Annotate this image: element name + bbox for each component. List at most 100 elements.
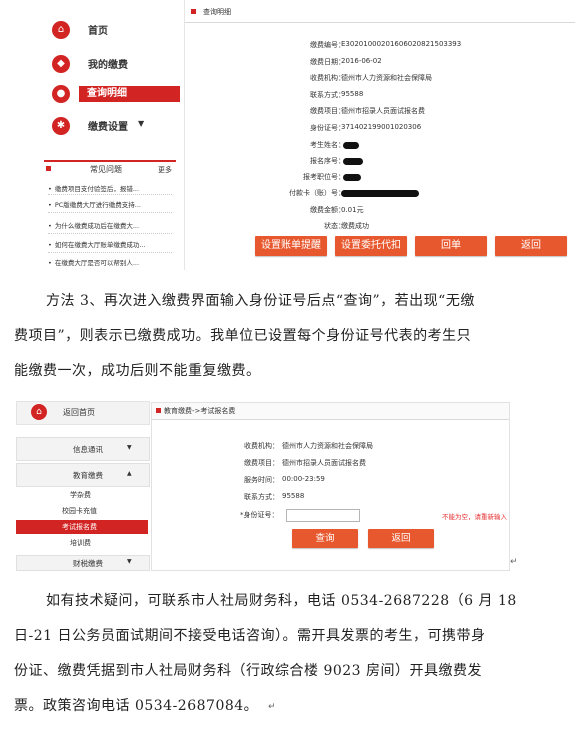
row-key: 报考职位号： (303, 173, 345, 181)
faq-title: 常见问题 (90, 165, 122, 174)
row-value: 95588 (282, 492, 305, 500)
row-value: 德州市人力资源和社会保障局 (282, 442, 373, 450)
detail-panel: 查询明细 缴费编号： E30201000201606020821503393 缴… (184, 0, 575, 270)
back-button[interactable]: 返回 (368, 529, 434, 548)
breadcrumb: 教育缴费->考试报名费 (152, 403, 509, 420)
id-label: *身份证号： (240, 511, 279, 519)
faq-item[interactable]: 缴费项目支付验签后，报错... (48, 183, 174, 193)
row-value: 缴费成功 (341, 222, 369, 230)
row-key: 考生姓名： (310, 141, 345, 149)
detail-row: 缴费编号： (185, 40, 345, 52)
menu-education-fee[interactable]: 教育缴费 ▲ (16, 463, 150, 487)
faq-item[interactable]: PC版缴费大厅进行缴费支持... (48, 199, 174, 209)
screenshot-exam-fee-query: ⌂ 返回首页 信息通讯 ▼ 教育缴费 ▲ 学杂费 校园卡充值 考试报名费 培训费… (8, 395, 510, 571)
faq-item[interactable]: 在缴费大厅是否可以帮别人... (48, 257, 174, 267)
row-key: 缴费金额： (310, 206, 345, 214)
paragraph-2-line-4: 票。政策咨询电话 0534-2687084。 (14, 698, 259, 714)
faq-divider (48, 194, 172, 195)
row-key: 收费机构： (244, 442, 279, 450)
payment-icon: ◆ (52, 55, 70, 73)
paragraph-mark-icon: ↵ (268, 702, 276, 712)
row-key: 联系方式： (310, 91, 345, 99)
paragraph-2-line-2: 日-21 日公务员面试期间不接受电话咨询）。需开具发票的考生，可携带身 (14, 628, 486, 644)
row-key: 付款卡（账）号： (289, 189, 345, 197)
row-key: 报名序号： (310, 157, 345, 165)
row-value: 0.01元 (341, 206, 364, 214)
back-button[interactable]: 返回 (495, 236, 567, 256)
row-key: 服务时间： (244, 476, 279, 484)
menu-tax-fee[interactable]: 财税缴费 ▼ (16, 555, 150, 571)
breadcrumb-marker (156, 408, 161, 413)
redacted-card-number (341, 190, 419, 197)
nav-home-label: 首页 (88, 26, 108, 37)
query-button[interactable]: 查询 (292, 529, 358, 548)
paragraph-2-line-3: 份证、缴费凭据到市人社局财务科（行政综合楼 9023 房间）开具缴费发 (14, 663, 483, 679)
menu-label: 财税缴费 (73, 559, 103, 568)
row-value: 德州市招录人员面试报名费 (341, 107, 425, 115)
screenshot-payment-detail: ⌂ 首页 ◆ 我的缴费 ● 查询明细 ✱ 缴费设置 ▼ 常见问题 更多 缴费项目… (44, 0, 575, 270)
set-bill-reminder-button[interactable]: 设置账单提醒 (255, 236, 327, 256)
faq-item[interactable]: 为什么缴费成功后在缴费大... (48, 220, 174, 230)
submenu-training-fee[interactable]: 培训费 (16, 536, 148, 550)
menu-label: 教育缴费 (73, 471, 103, 480)
nav-home[interactable]: ⌂ 首页 (44, 16, 176, 46)
menu-label: 信息通讯 (73, 445, 103, 454)
row-value: E30201000201606020821503393 (341, 40, 462, 48)
faq-marker (46, 166, 51, 171)
row-key: 身份证号： (310, 124, 345, 132)
paragraph-2-line-1: 如有技术疑问，可联系市人社局财务科，电话 0534-2687228（6 月 18 (46, 593, 517, 609)
submenu-campus-card[interactable]: 校园卡充值 (16, 504, 148, 518)
menu-info-comm[interactable]: 信息通讯 ▼ (16, 437, 150, 461)
id-number-input[interactable] (286, 509, 360, 522)
chevron-down-icon: ▼ (127, 444, 132, 451)
row-value: 00:00-23:59 (282, 475, 325, 483)
nav-query-detail[interactable]: ● 查询明细 (44, 80, 180, 110)
paragraph-1-line-3: 能缴费一次，成功后则不能重复缴费。 (14, 363, 261, 379)
back-home-label: 返回首页 (63, 408, 95, 417)
home-icon: ⌂ (31, 404, 47, 420)
row-key: 缴费编号： (310, 41, 345, 49)
paragraph-mark-icon: ↵ (510, 557, 518, 567)
nav-payment-settings[interactable]: ✱ 缴费设置 ▼ (44, 112, 176, 142)
row-key: 缴费项目： (310, 107, 345, 115)
redacted-position (343, 174, 361, 181)
error-message: 不能为空，请重新输入 (442, 513, 507, 521)
faq-divider (48, 252, 172, 253)
nav-query-detail-label: 查询明细 (79, 86, 180, 102)
row-value: 371402199001020306 (341, 123, 422, 131)
detail-marker (191, 9, 196, 14)
row-value: 95588 (341, 90, 364, 98)
row-value: 德州市招录人员面试报名费 (282, 459, 366, 467)
receipt-button[interactable]: 回单 (415, 236, 487, 256)
row-value: 2016-06-02 (341, 57, 382, 65)
nav-my-payment-label: 我的缴费 (88, 60, 128, 71)
nav-my-payment[interactable]: ◆ 我的缴费 (44, 50, 176, 80)
back-home-button[interactable]: ⌂ 返回首页 (16, 401, 150, 425)
row-key: 缴费日期： (310, 58, 345, 66)
set-auto-debit-button[interactable]: 设置委托代扣 (335, 236, 407, 256)
faq-header: 常见问题 更多 (44, 160, 176, 176)
redacted-name (343, 142, 359, 149)
paragraph-1-line-2: 费项目”，则表示已缴费成功。我单位已设置每个身份证号代表的考生只 (14, 328, 472, 344)
submenu-tuition[interactable]: 学杂费 (16, 488, 148, 502)
row-key: 收费机构： (310, 74, 345, 82)
row-key: 缴费项目： (244, 459, 279, 467)
submenu-exam-fee[interactable]: 考试报名费 (16, 520, 148, 534)
detail-header: 查询明细 (185, 6, 575, 23)
faq-item[interactable]: 如何在缴费大厅账单缴费成功... (48, 239, 174, 249)
sidebar: ⌂ 返回首页 信息通讯 ▼ 教育缴费 ▲ 学杂费 校园卡充值 考试报名费 培训费… (8, 395, 150, 571)
chevron-up-icon: ▲ (127, 470, 132, 477)
faq-divider (48, 212, 172, 213)
nav-payment-settings-label: 缴费设置 (88, 122, 128, 133)
paragraph-1-line-1: 方法 3、再次进入缴费界面输入身份证号后点“查询”，若出现“无缴 (46, 293, 475, 309)
sidebar: ⌂ 首页 ◆ 我的缴费 ● 查询明细 ✱ 缴费设置 ▼ 常见问题 更多 缴费项目… (44, 0, 180, 270)
home-icon: ⌂ (52, 21, 70, 39)
detail-title: 查询明细 (203, 8, 231, 16)
breadcrumb-text: 教育缴费->考试报名费 (164, 407, 236, 415)
location-icon: ● (52, 85, 70, 103)
chevron-down-icon[interactable]: ▼ (138, 119, 144, 128)
query-panel: 教育缴费->考试报名费 收费机构： 德州市人力资源和社会保障局 缴费项目： 德州… (151, 402, 510, 571)
redacted-reg-number (343, 158, 363, 165)
faq-more-link[interactable]: 更多 (158, 165, 172, 175)
settings-icon: ✱ (52, 117, 70, 135)
